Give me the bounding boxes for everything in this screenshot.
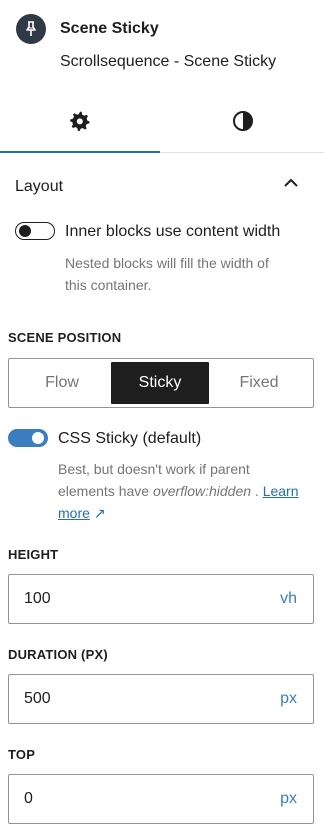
duration-input[interactable]: 500 px — [8, 674, 314, 724]
learn-more-link-continued[interactable]: more — [58, 505, 90, 521]
duration-unit-select[interactable]: px — [280, 690, 297, 708]
layout-panel-toggle[interactable]: Layout — [0, 154, 324, 216]
block-title: Scene Sticky — [60, 20, 159, 37]
chevron-up-icon[interactable] — [283, 176, 299, 194]
block-card: Scene Sticky Scrollsequence - Scene Stic… — [0, 0, 324, 94]
inner-blocks-toggle[interactable] — [15, 222, 55, 240]
help-text: elements have — [58, 483, 153, 499]
help-line: elements have overflow:hidden . Learn — [58, 480, 318, 502]
duration-label: DURATION (PX) — [8, 647, 108, 662]
option-flow[interactable]: Flow — [13, 362, 111, 404]
height-label: HEIGHT — [8, 547, 59, 562]
external-link-icon: ↗ — [93, 505, 106, 521]
help-text: . — [251, 483, 263, 499]
option-sticky[interactable]: Sticky — [111, 362, 209, 404]
top-label: TOP — [8, 747, 36, 762]
inner-blocks-label: Inner blocks use content width — [65, 223, 281, 240]
help-code: overflow:hidden — [152, 483, 252, 499]
css-sticky-toggle[interactable] — [8, 429, 48, 447]
duration-value: 500 — [24, 690, 51, 707]
scene-position-control: Flow Sticky Fixed — [8, 358, 314, 408]
scene-position-label: SCENE POSITION — [8, 330, 122, 345]
inner-blocks-help: Nested blocks will fill the width of thi… — [65, 252, 269, 296]
contrast-icon — [232, 110, 254, 137]
help-line: Best, but doesn't work if parent — [58, 461, 250, 477]
active-tab-indicator — [0, 151, 160, 153]
option-fixed[interactable]: Fixed — [209, 362, 309, 404]
tab-settings[interactable] — [0, 94, 160, 153]
pin-icon — [16, 14, 46, 44]
height-input[interactable]: 100 vh — [8, 574, 314, 624]
height-unit-select[interactable]: vh — [280, 590, 297, 608]
css-sticky-label: CSS Sticky (default) — [58, 430, 202, 447]
top-value: 0 — [24, 790, 33, 807]
panel-title: Layout — [15, 178, 64, 195]
height-value: 100 — [24, 590, 51, 607]
block-description: Scrollsequence - Scene Sticky — [60, 53, 277, 70]
toggle-knob — [19, 225, 31, 237]
help-line: Nested blocks will fill the width of — [65, 255, 269, 271]
learn-more-link[interactable]: Learn — [263, 483, 299, 499]
toggle-knob — [32, 432, 44, 444]
tab-styles[interactable] — [162, 94, 324, 152]
top-unit-select[interactable]: px — [280, 790, 297, 808]
inspector-tabs — [0, 94, 324, 153]
help-line: more ↗ — [58, 502, 318, 524]
help-line: this container. — [65, 277, 152, 293]
top-input[interactable]: 0 px — [8, 774, 314, 824]
gear-icon — [69, 110, 91, 137]
css-sticky-help: Best, but doesn't work if parent element… — [58, 458, 318, 524]
